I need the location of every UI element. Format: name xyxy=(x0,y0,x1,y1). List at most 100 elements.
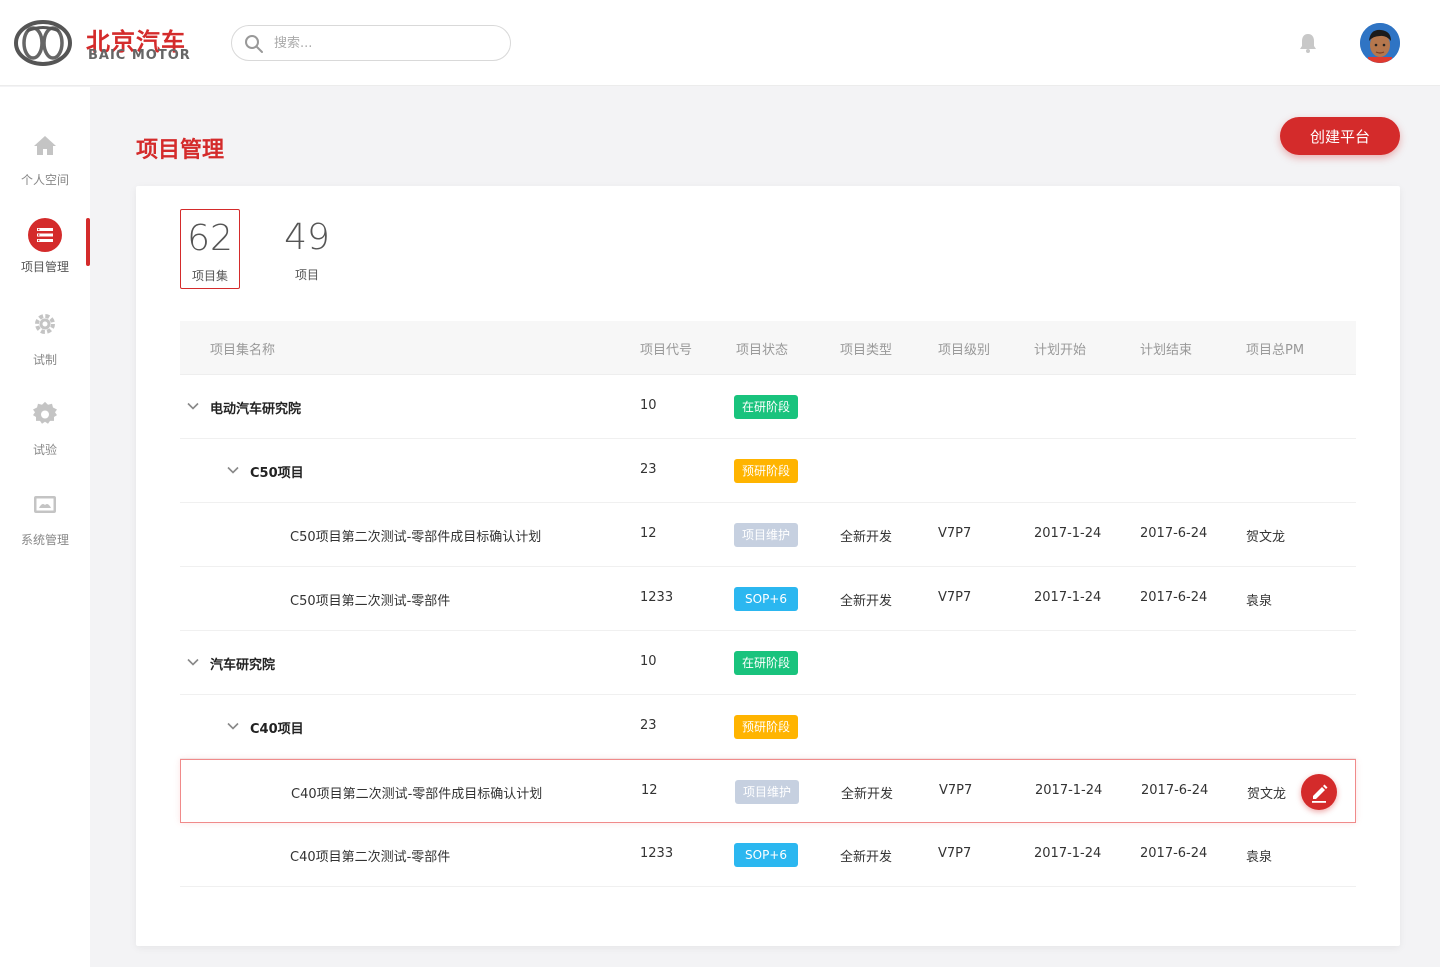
sidebar-item-trial-production[interactable]: 试制 xyxy=(0,311,90,381)
column-header-start[interactable]: 计划开始 xyxy=(1034,339,1086,358)
search-box xyxy=(231,25,511,61)
table-header: 项目集名称 项目代号 项目状态 项目类型 项目级别 计划开始 计划结束 项目总P… xyxy=(180,321,1356,375)
status-badge: SOP+6 xyxy=(734,587,798,611)
table-row[interactable]: C40项目 23 预研阶段 xyxy=(180,695,1356,759)
sidebar-item-label: 系统管理 xyxy=(20,533,69,547)
status-badge: 在研阶段 xyxy=(734,651,798,675)
row-name: C50项目第二次测试-零部件成目标确认计划 xyxy=(290,530,542,545)
column-header-end[interactable]: 计划结束 xyxy=(1140,339,1192,358)
row-name: C50项目 xyxy=(250,466,304,481)
brand-name-en: BAIC MOTOR xyxy=(88,48,191,63)
column-header-pm[interactable]: 项目总PM xyxy=(1246,339,1304,358)
table-row[interactable]: C50项目 23 预研阶段 xyxy=(180,439,1356,503)
stat-label: 项目集 xyxy=(191,269,228,283)
column-header-status[interactable]: 项目状态 xyxy=(736,339,788,358)
sidebar-item-label: 试制 xyxy=(32,353,57,367)
edit-button[interactable] xyxy=(1301,774,1337,810)
chevron-down-icon[interactable] xyxy=(186,655,200,669)
row-code: 10 xyxy=(640,398,657,413)
row-code: 12 xyxy=(641,783,658,798)
row-grade: V7P7 xyxy=(939,783,973,798)
brand-logo[interactable]: 北京汽车 BAIC MOTOR xyxy=(14,18,194,68)
table-row[interactable]: C40项目第二次测试-零部件 1233 全新开发 V7P7 2017-1-24 2017-… xyxy=(180,823,1356,887)
chevron-down-icon[interactable] xyxy=(226,719,240,733)
status-badge: 项目维护 xyxy=(734,523,798,547)
status-badge: 在研阶段 xyxy=(734,395,798,419)
row-type: 全新开发 xyxy=(841,787,894,802)
cog-icon xyxy=(33,401,57,424)
row-pm: 贺文龙 xyxy=(1247,787,1287,802)
row-grade: V7P7 xyxy=(938,846,972,861)
row-end: 2017-6-24 xyxy=(1140,846,1208,861)
gear-icon xyxy=(35,314,55,334)
status-badge: SOP+6 xyxy=(734,843,798,867)
row-pm: 袁泉 xyxy=(1246,594,1273,609)
row-type: 全新开发 xyxy=(840,530,893,545)
stat-project-sets[interactable]: 62 项目集 xyxy=(180,209,240,289)
table-row[interactable]: C50项目第二次测试-零部件成目标确认计划 12 全新开发 V7P7 2017-1-24… xyxy=(180,503,1356,567)
row-name: C40项目 xyxy=(250,722,304,737)
row-name: 电动汽车研究院 xyxy=(210,402,302,417)
sidebar-item-testing[interactable]: 试验 xyxy=(0,401,90,471)
bell-icon[interactable] xyxy=(1297,32,1319,54)
table-row[interactable]: C50项目第二次测试-零部件 1233 全新开发 V7P7 2017-1-24 2017-… xyxy=(180,567,1356,631)
row-code: 10 xyxy=(640,654,657,669)
row-type: 全新开发 xyxy=(840,850,893,865)
sidebar-item-system-management[interactable]: 系统管理 xyxy=(0,491,90,561)
column-header-type[interactable]: 项目类型 xyxy=(840,339,892,358)
row-start: 2017-1-24 xyxy=(1034,526,1102,541)
sidebar-nav: 个人空间 项目管理 试制 试验 系统管理 xyxy=(0,87,90,967)
row-code: 1233 xyxy=(640,846,674,861)
column-header-grade[interactable]: 项目级别 xyxy=(938,339,990,358)
sidebar-item-label: 项目管理 xyxy=(20,260,69,274)
row-name: C50项目第二次测试-零部件 xyxy=(290,594,451,609)
column-header-name[interactable]: 项目集名称 xyxy=(210,339,275,358)
sidebar-item-project-management[interactable]: 项目管理 xyxy=(0,218,90,288)
stat-projects[interactable]: 49 项目 xyxy=(277,209,337,289)
status-badge: 预研阶段 xyxy=(734,459,798,483)
row-pm: 袁泉 xyxy=(1246,850,1273,865)
chevron-down-icon[interactable] xyxy=(186,399,200,413)
row-pm: 贺文龙 xyxy=(1246,530,1286,545)
home-icon xyxy=(34,136,56,155)
sidebar-item-label: 试验 xyxy=(32,443,57,457)
status-badge: 项目维护 xyxy=(735,780,799,804)
search-input[interactable] xyxy=(274,26,499,60)
table-row[interactable]: 汽车研究院 10 在研阶段 xyxy=(180,631,1356,695)
project-card: 62 项目集 49 项目 项目集名称 项目代号 项目状态 项目类型 项目级别 计… xyxy=(136,186,1400,946)
row-code: 12 xyxy=(640,526,657,541)
table-row[interactable]: 电动汽车研究院 10 在研阶段 xyxy=(180,375,1356,439)
stat-value: 49 xyxy=(284,217,330,258)
top-header: 北京汽车 BAIC MOTOR xyxy=(0,0,1440,86)
monitor-icon xyxy=(34,496,56,513)
search-icon[interactable] xyxy=(244,34,264,54)
page-title: 项目管理 xyxy=(136,138,225,163)
row-start: 2017-1-24 xyxy=(1034,846,1102,861)
baic-emblem-icon xyxy=(14,20,72,66)
user-avatar[interactable] xyxy=(1360,23,1400,63)
row-end: 2017-6-24 xyxy=(1140,526,1208,541)
table-row[interactable]: C40项目第二次测试-零部件成目标确认计划 12 全新开发 V7P7 2017-1-24… xyxy=(180,759,1356,823)
sidebar-item-personal-space[interactable]: 个人空间 xyxy=(0,131,90,201)
row-grade: V7P7 xyxy=(938,526,972,541)
row-code: 23 xyxy=(640,718,657,733)
list-icon xyxy=(28,218,62,252)
chevron-down-icon[interactable] xyxy=(226,463,240,477)
row-end: 2017-6-24 xyxy=(1141,783,1209,798)
pencil-icon xyxy=(1312,784,1328,803)
row-name: C40项目第二次测试-零部件 xyxy=(290,850,451,865)
row-end: 2017-6-24 xyxy=(1140,590,1208,605)
row-code: 1233 xyxy=(640,590,674,605)
row-start: 2017-1-24 xyxy=(1035,783,1103,798)
row-code: 23 xyxy=(640,462,657,477)
avatar-image-icon xyxy=(1360,23,1400,63)
column-header-code[interactable]: 项目代号 xyxy=(640,339,692,358)
stat-label: 项目 xyxy=(294,268,319,282)
row-start: 2017-1-24 xyxy=(1034,590,1102,605)
row-name: C40项目第二次测试-零部件成目标确认计划 xyxy=(291,787,543,802)
row-grade: V7P7 xyxy=(938,590,972,605)
stat-value: 62 xyxy=(187,218,233,259)
row-type: 全新开发 xyxy=(840,594,893,609)
status-badge: 预研阶段 xyxy=(734,715,798,739)
create-platform-button[interactable]: 创建平台 xyxy=(1280,117,1400,155)
